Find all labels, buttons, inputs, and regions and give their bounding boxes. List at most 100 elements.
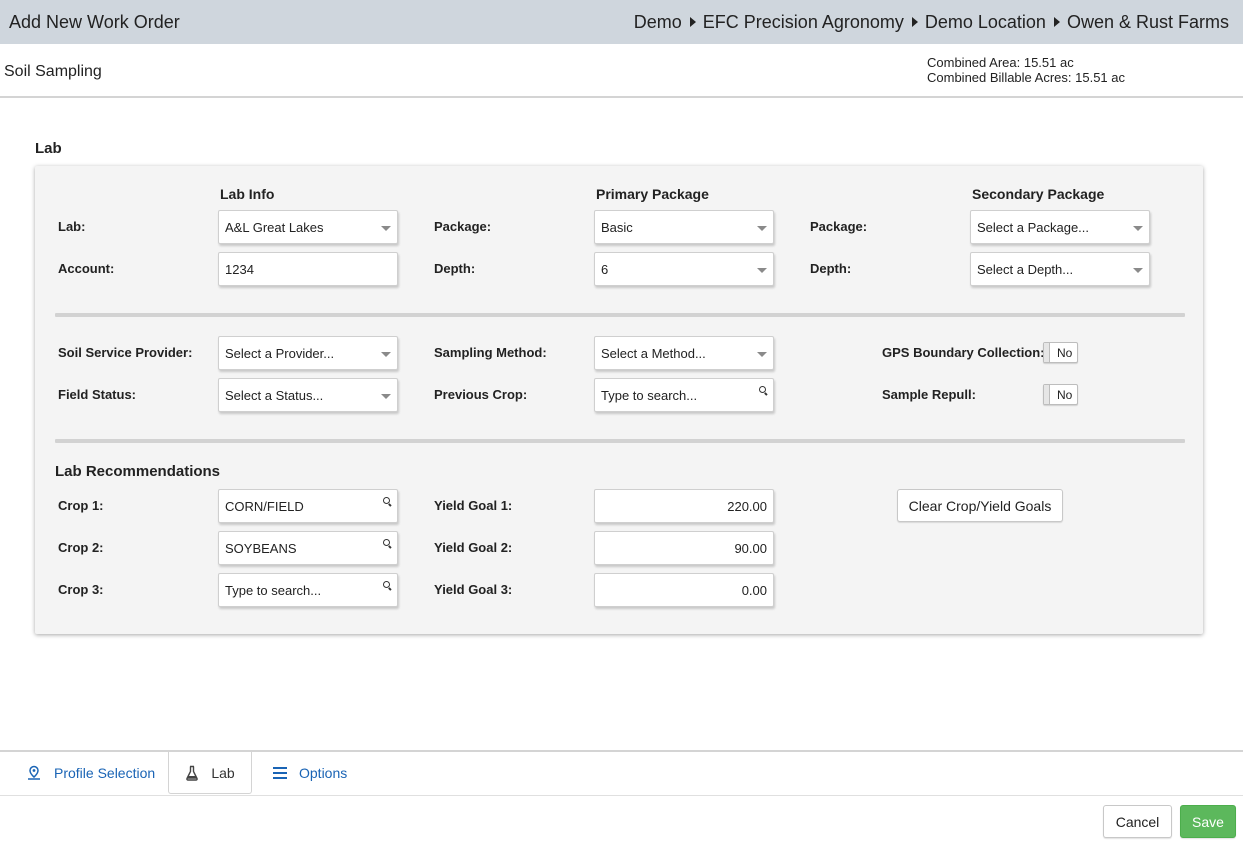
bottom-tab-bar: Profile Selection Lab Options xyxy=(0,750,1243,796)
page-header: Add New Work Order Demo EFC Precision Ag… xyxy=(0,0,1243,44)
search-icon xyxy=(759,386,768,395)
secondary-package-label: Package: xyxy=(810,219,868,234)
yield-goal-3-input[interactable]: 0.00 xyxy=(594,573,774,607)
save-button[interactable]: Save xyxy=(1180,805,1236,838)
account-input[interactable]: 1234 xyxy=(218,252,398,286)
field-status-placeholder: Select a Status... xyxy=(225,387,324,403)
chevron-down-icon xyxy=(757,352,767,357)
yield-goal-1-value: 220.00 xyxy=(727,498,767,514)
primary-package-label: Package: xyxy=(434,219,492,234)
chevron-down-icon xyxy=(381,226,391,231)
primary-depth-select[interactable]: 6 xyxy=(594,252,774,286)
tab-lab[interactable]: Lab xyxy=(168,752,252,794)
breadcrumb-item[interactable]: Demo Location xyxy=(925,12,1046,33)
lab-section-title: Lab xyxy=(35,140,62,157)
chevron-down-icon xyxy=(381,352,391,357)
account-label: Account: xyxy=(58,261,115,276)
tab-options[interactable]: Options xyxy=(272,752,347,794)
lab-info-heading: Lab Info xyxy=(220,186,275,202)
yield-goal-2-label: Yield Goal 2: xyxy=(434,540,513,555)
combined-billable-acres: Combined Billable Acres: 15.51 ac xyxy=(927,70,1126,85)
breadcrumb-item[interactable]: Owen & Rust Farms xyxy=(1067,12,1229,33)
primary-package-value: Basic xyxy=(601,219,633,235)
sample-repull-toggle-value: No xyxy=(1057,388,1073,402)
sampling-method-select[interactable]: Select a Method... xyxy=(594,336,774,370)
soil-provider-placeholder: Select a Provider... xyxy=(225,345,335,361)
crop-1-value: CORN/FIELD xyxy=(225,498,304,514)
tab-profile-selection-label: Profile Selection xyxy=(54,765,156,781)
yield-goal-2-input[interactable]: 90.00 xyxy=(594,531,774,565)
previous-crop-search[interactable]: Type to search... xyxy=(594,378,774,412)
secondary-package-heading: Secondary Package xyxy=(972,186,1105,202)
sampling-method-placeholder: Select a Method... xyxy=(601,345,706,361)
chevron-down-icon xyxy=(1133,268,1143,273)
area-summary: Combined Area: 15.51 ac Combined Billabl… xyxy=(927,55,1125,85)
previous-crop-label: Previous Crop: xyxy=(434,387,528,402)
account-value: 1234 xyxy=(225,261,254,277)
soil-provider-select[interactable]: Select a Provider... xyxy=(218,336,398,370)
chevron-down-icon xyxy=(381,394,391,399)
field-status-select[interactable]: Select a Status... xyxy=(218,378,398,412)
breadcrumb-item[interactable]: EFC Precision Agronomy xyxy=(703,12,904,33)
search-icon xyxy=(383,539,392,548)
toggle-knob xyxy=(1044,343,1050,362)
caret-right-icon xyxy=(1053,17,1060,27)
soil-provider-label: Soil Service Provider: xyxy=(58,345,193,360)
section-divider xyxy=(55,313,1185,317)
toggle-knob xyxy=(1044,385,1050,404)
breadcrumb-item[interactable]: Demo xyxy=(634,12,682,33)
chevron-down-icon xyxy=(757,268,767,273)
yield-goal-1-label: Yield Goal 1: xyxy=(434,498,513,513)
crop-1-search[interactable]: CORN/FIELD xyxy=(218,489,398,523)
caret-right-icon xyxy=(911,17,918,27)
tab-options-label: Options xyxy=(299,765,348,781)
cancel-button[interactable]: Cancel xyxy=(1103,805,1172,838)
crop-3-label: Crop 3: xyxy=(58,582,104,597)
yield-goal-3-label: Yield Goal 3: xyxy=(434,582,513,597)
crop-2-search[interactable]: SOYBEANS xyxy=(218,531,398,565)
gps-boundary-toggle[interactable]: No xyxy=(1043,342,1078,363)
chevron-down-icon xyxy=(1133,226,1143,231)
breadcrumb: Demo EFC Precision Agronomy Demo Locatio… xyxy=(634,12,1229,33)
primary-package-heading: Primary Package xyxy=(596,186,709,202)
secondary-package-select[interactable]: Select a Package... xyxy=(970,210,1150,244)
tab-profile-selection[interactable]: Profile Selection xyxy=(26,752,155,794)
yield-goal-1-input[interactable]: 220.00 xyxy=(594,489,774,523)
field-status-label: Field Status: xyxy=(58,387,137,402)
search-icon xyxy=(383,581,392,590)
flask-icon xyxy=(186,765,199,781)
page-title: Add New Work Order xyxy=(9,11,180,32)
caret-right-icon xyxy=(689,17,696,27)
gps-boundary-label: GPS Boundary Collection: xyxy=(882,345,1045,360)
clear-crop-yield-button[interactable]: Clear Crop/Yield Goals xyxy=(897,489,1063,522)
search-icon xyxy=(383,497,392,506)
gps-boundary-toggle-value: No xyxy=(1057,346,1073,360)
sample-repull-label: Sample Repull: xyxy=(882,387,976,402)
crop-2-value: SOYBEANS xyxy=(225,540,297,556)
combined-area: Combined Area: 15.51 ac xyxy=(927,55,1074,70)
crop-2-label: Crop 2: xyxy=(58,540,104,555)
subheader: Soil Sampling Combined Area: 15.51 ac Co… xyxy=(0,44,1243,98)
lab-select[interactable]: A&L Great Lakes xyxy=(218,210,398,244)
previous-crop-placeholder: Type to search... xyxy=(601,387,698,403)
secondary-depth-select[interactable]: Select a Depth... xyxy=(970,252,1150,286)
section-divider xyxy=(55,439,1185,443)
sample-repull-toggle[interactable]: No xyxy=(1043,384,1078,405)
work-order-type: Soil Sampling xyxy=(4,63,102,80)
lab-select-value: A&L Great Lakes xyxy=(225,219,324,235)
primary-depth-label: Depth: xyxy=(434,261,476,276)
secondary-depth-placeholder: Select a Depth... xyxy=(977,261,1074,277)
secondary-depth-label: Depth: xyxy=(810,261,852,276)
sampling-method-label: Sampling Method: xyxy=(434,345,547,360)
chevron-down-icon xyxy=(757,226,767,231)
primary-depth-value: 6 xyxy=(601,261,609,277)
crop-1-label: Crop 1: xyxy=(58,498,104,513)
primary-package-select[interactable]: Basic xyxy=(594,210,774,244)
lab-recommendations-title: Lab Recommendations xyxy=(55,463,221,480)
menu-lines-icon xyxy=(273,767,287,779)
crop-3-placeholder: Type to search... xyxy=(225,582,322,598)
map-pin-icon xyxy=(28,765,40,780)
crop-3-search[interactable]: Type to search... xyxy=(218,573,398,607)
yield-goal-3-value: 0.00 xyxy=(741,582,767,598)
tab-lab-label: Lab xyxy=(211,764,235,781)
